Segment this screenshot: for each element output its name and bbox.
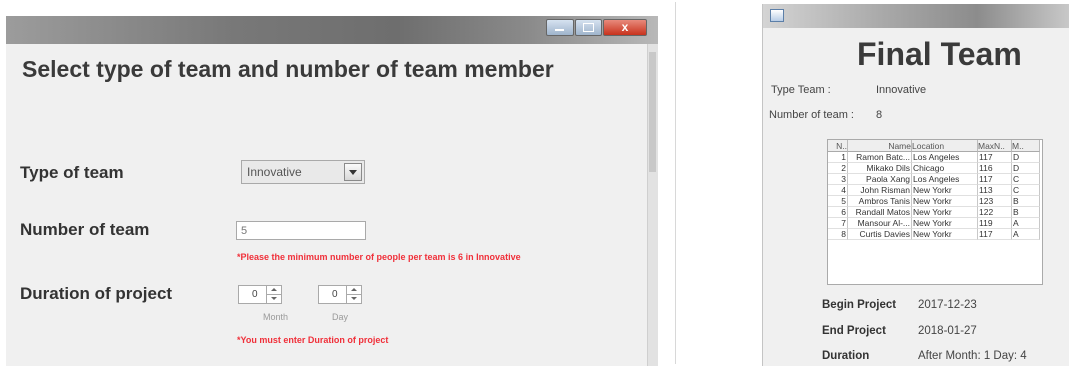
table-cell-rank[interactable]: D	[1012, 163, 1040, 174]
table-cell-location[interactable]: Los Angeles	[912, 174, 978, 185]
end-project-value: 2018-01-27	[918, 325, 977, 337]
table-cell-number[interactable]: 4	[828, 185, 848, 196]
day-decrement-icon[interactable]	[347, 295, 361, 303]
day-caption: Day	[332, 312, 349, 322]
type-of-team-dropdown[interactable]: Innovative	[241, 160, 365, 184]
table-cell-max[interactable]: 117	[978, 174, 1012, 185]
chevron-down-icon[interactable]	[344, 163, 362, 181]
table-cell-rank[interactable]: A	[1012, 229, 1040, 240]
table-cell-location[interactable]: Chicago	[912, 163, 978, 174]
number-of-team-label: Number of team :	[769, 109, 854, 121]
page-title: Select type of team and number of team m…	[22, 56, 554, 82]
table-cell-number[interactable]: 7	[828, 218, 848, 229]
table-cell-location[interactable]: New Yorkr	[912, 196, 978, 207]
table-header-number[interactable]: N..	[828, 140, 848, 152]
close-button[interactable]: x	[603, 19, 647, 36]
duration-error: *You must enter Duration of project	[237, 335, 389, 345]
table-cell-rank[interactable]: B	[1012, 207, 1040, 218]
table-cell-rank[interactable]: A	[1012, 218, 1040, 229]
maximize-button[interactable]	[575, 19, 602, 36]
type-team-value: Innovative	[876, 84, 927, 96]
minimize-button[interactable]	[546, 19, 574, 36]
table-cell-location[interactable]: New Yorkr	[912, 229, 978, 240]
table-cell-name[interactable]: Randall Matos	[848, 207, 912, 218]
month-value: 0	[252, 289, 258, 300]
table-header-name[interactable]: Name	[848, 140, 912, 152]
table-cell-max[interactable]: 113	[978, 185, 1012, 196]
table-cell-number[interactable]: 6	[828, 207, 848, 218]
type-team-label: Type Team :	[771, 84, 831, 96]
vertical-scrollbar[interactable]	[647, 44, 658, 366]
begin-project-value: 2017-12-23	[918, 299, 977, 311]
final-team-window: Final Team Type Team : Innovative Number…	[762, 4, 1069, 366]
month-spinner-buttons	[266, 286, 281, 303]
month-spinner[interactable]: 0	[238, 285, 282, 304]
number-of-team-label: Number of team	[20, 220, 150, 239]
table-cell-name[interactable]: John Risman	[848, 185, 912, 196]
month-caption: Month	[263, 312, 289, 322]
table-header-rank[interactable]: M..	[1012, 140, 1040, 152]
scrollbar-thumb[interactable]	[649, 52, 656, 172]
table-header-max[interactable]: MaxN..	[978, 140, 1012, 152]
window-titlebar	[763, 4, 1069, 28]
table-cell-max[interactable]: 123	[978, 196, 1012, 207]
table-cell-max[interactable]: 122	[978, 207, 1012, 218]
month-decrement-icon[interactable]	[267, 295, 281, 303]
type-of-team-value: Innovative	[247, 165, 302, 179]
day-spinner[interactable]: 0	[318, 285, 362, 304]
table-cell-name[interactable]: Ambros Tanis	[848, 196, 912, 207]
table-cell-rank[interactable]: C	[1012, 185, 1040, 196]
duration-value: After Month: 1 Day: 4	[918, 350, 1027, 362]
image-divider	[675, 2, 676, 364]
table-cell-rank[interactable]: B	[1012, 196, 1040, 207]
team-selection-window: x Select type of team and number of team…	[6, 16, 658, 366]
table-cell-number[interactable]: 2	[828, 163, 848, 174]
table-cell-name[interactable]: Paola Xang	[848, 174, 912, 185]
table-cell-location[interactable]: New Yorkr	[912, 185, 978, 196]
month-increment-icon[interactable]	[267, 286, 281, 295]
number-of-team-input[interactable]	[236, 221, 366, 240]
table-cell-location[interactable]: New Yorkr	[912, 218, 978, 229]
table-cell-location[interactable]: New Yorkr	[912, 207, 978, 218]
end-project-label: End Project	[822, 325, 886, 337]
table-cell-rank[interactable]: D	[1012, 152, 1040, 163]
table-cell-max[interactable]: 116	[978, 163, 1012, 174]
day-value: 0	[332, 289, 338, 300]
number-of-team-value: 8	[876, 109, 883, 121]
table-header-location[interactable]: Location	[912, 140, 978, 152]
app-icon	[770, 9, 784, 22]
table-cell-number[interactable]: 3	[828, 174, 848, 185]
table-cell-name[interactable]: Mansour Al-...	[848, 218, 912, 229]
table-cell-number[interactable]: 5	[828, 196, 848, 207]
table-cell-max[interactable]: 117	[978, 229, 1012, 240]
table-cell-name[interactable]: Ramon Batc...	[848, 152, 912, 163]
table-cell-rank[interactable]: C	[1012, 174, 1040, 185]
table-cell-number[interactable]: 8	[828, 229, 848, 240]
table-cell-max[interactable]: 119	[978, 218, 1012, 229]
table-cell-location[interactable]: Los Angeles	[912, 152, 978, 163]
minimum-members-error: *Please the minimum number of people per…	[237, 252, 521, 262]
begin-project-label: Begin Project	[822, 299, 897, 311]
type-of-team-label: Type of team	[20, 163, 124, 182]
close-icon: x	[621, 20, 629, 34]
table-cell-name[interactable]: Mikako Dils	[848, 163, 912, 174]
final-team-title: Final Team	[857, 36, 1022, 72]
table-cell-name[interactable]: Curtis Davies	[848, 229, 912, 240]
window-titlebar: x	[6, 16, 658, 44]
team-table[interactable]: N.. Name Location MaxN.. M.. 1 Ramon Batc... Lo…	[827, 139, 1043, 285]
day-spinner-buttons	[346, 286, 361, 303]
day-increment-icon[interactable]	[347, 286, 361, 295]
duration-label: Duration of project	[20, 284, 173, 303]
table-cell-max[interactable]: 117	[978, 152, 1012, 163]
table-cell-number[interactable]: 1	[828, 152, 848, 163]
duration-label: Duration	[822, 350, 870, 362]
